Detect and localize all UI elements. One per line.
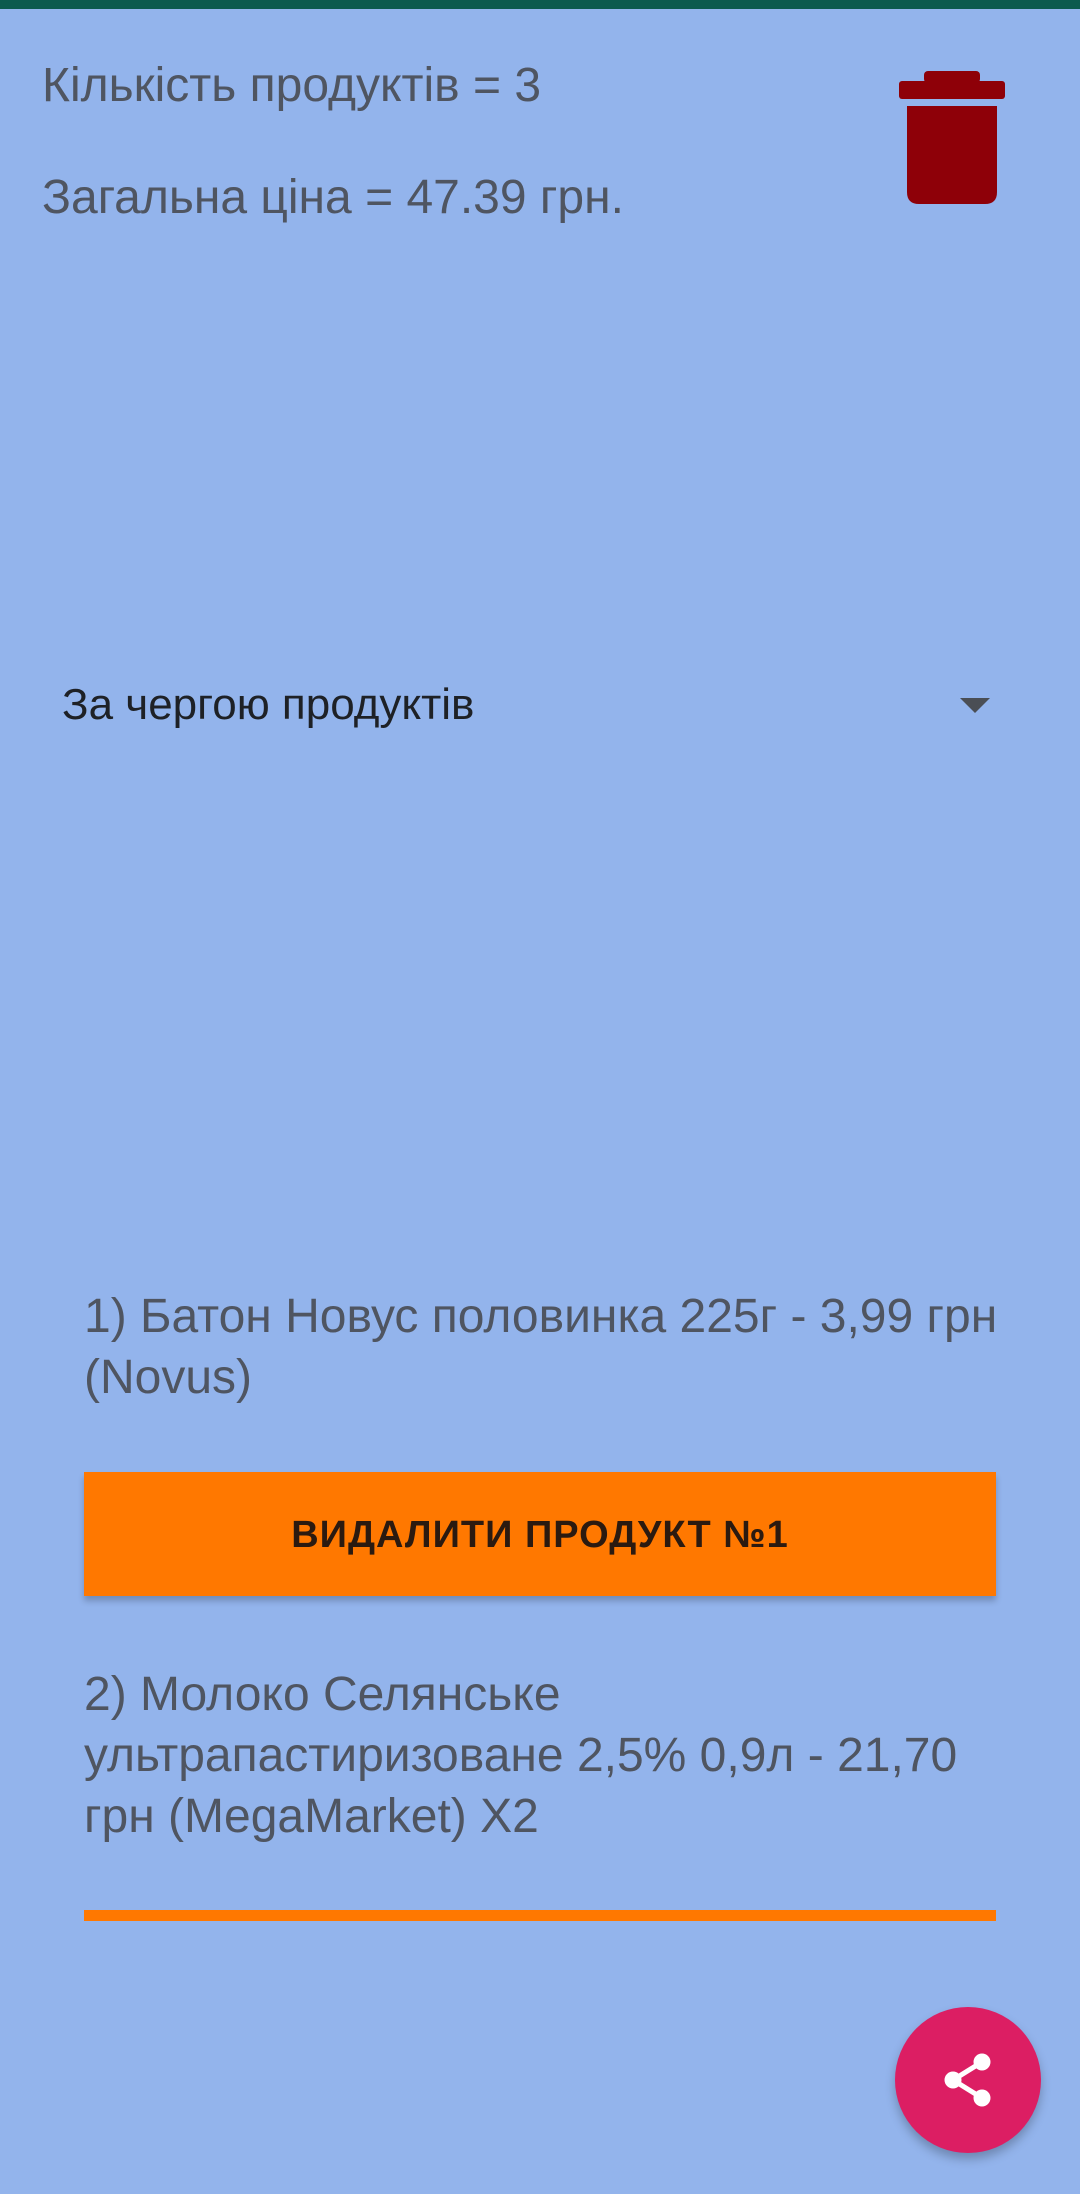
delete-product-2-button-edge[interactable] [84, 1910, 996, 1921]
status-bar-strip [0, 0, 1080, 9]
sort-order-value: За чергою продуктів [62, 680, 475, 729]
share-icon [944, 2053, 991, 2107]
product-count-label: Кількість продуктів = 3 [42, 59, 542, 112]
sort-order-dropdown[interactable]: За чергою продуктів [40, 660, 1000, 756]
product-item-2: 2) Молоко Селянське ультрапастиризоване … [84, 1668, 958, 1843]
total-price-label: Загальна ціна = 47.39 грн. [42, 171, 624, 224]
product-item-1: 1) Батон Новус половинка 225г - 3,99 грн… [84, 1290, 998, 1404]
dropdown-arrow-icon [960, 698, 990, 713]
share-button[interactable] [895, 2007, 1041, 2153]
clear-list-button[interactable] [898, 68, 1006, 208]
trash-icon [899, 71, 1005, 204]
delete-product-1-button[interactable]: ВИДАЛИТИ ПРОДУКТ №1 [84, 1472, 996, 1596]
